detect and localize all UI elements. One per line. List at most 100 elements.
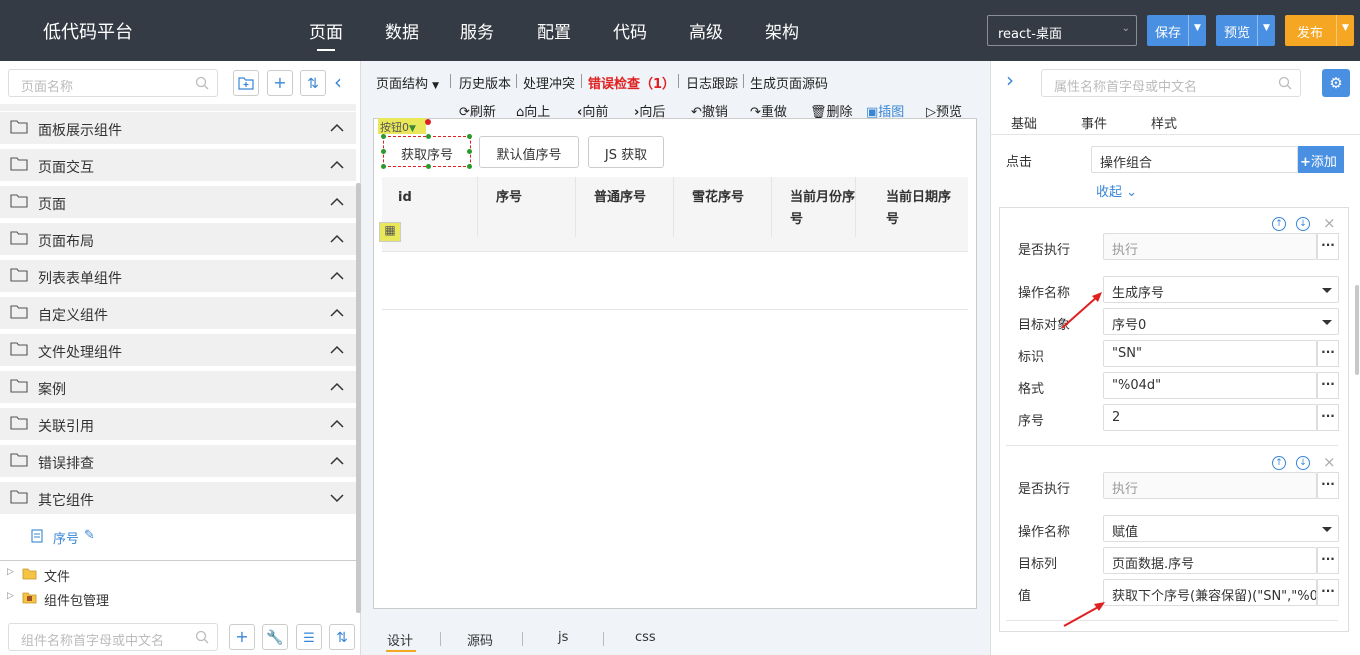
publish-button[interactable]: 发布 ▼	[1285, 15, 1354, 46]
chevron-down-icon[interactable]	[330, 491, 344, 505]
sort-button[interactable]: ⇅	[300, 70, 326, 96]
resize-handle[interactable]	[467, 134, 472, 139]
resize-handle[interactable]	[381, 164, 386, 169]
tree-item-package-manager[interactable]: 组件包管理	[44, 590, 109, 609]
more-options-button[interactable]: ···	[1317, 233, 1339, 260]
move-down-icon[interactable]: ↓	[1296, 456, 1310, 470]
component-search-input[interactable]: 组件名称首字母或中文名	[8, 623, 218, 651]
tab-style[interactable]: 样式	[1151, 113, 1177, 132]
action-field-input[interactable]: 获取下个序号(兼容保留)("SN","%04d")	[1103, 579, 1317, 606]
tab-source[interactable]: 源码	[467, 630, 493, 649]
edit-pencil-icon[interactable]: ✎	[84, 528, 95, 543]
more-options-button[interactable]: ···	[1317, 547, 1339, 574]
component-group[interactable]: 页面交互	[0, 149, 356, 182]
move-up-icon[interactable]: ↑	[1272, 456, 1286, 470]
preview-button[interactable]: 预览 ▼	[1216, 15, 1275, 46]
tab-basic[interactable]: 基础	[1011, 113, 1037, 132]
chevron-up-icon[interactable]	[330, 306, 344, 320]
nav-service[interactable]: 服务	[460, 18, 494, 43]
new-folder-button[interactable]	[233, 70, 259, 96]
sort-components-button[interactable]: ⇅	[329, 624, 355, 650]
save-button[interactable]: 保存 ▼	[1147, 15, 1206, 46]
chevron-up-icon[interactable]	[330, 195, 344, 209]
page-structure-menu[interactable]: 页面结构 ▼	[376, 73, 439, 92]
component-group[interactable]: 列表表单组件	[0, 260, 356, 293]
action-select[interactable]: 序号0	[1103, 308, 1339, 335]
more-options-button[interactable]: ···	[1317, 340, 1339, 367]
nav-data[interactable]: 数据	[385, 18, 419, 43]
resize-handle[interactable]	[426, 134, 431, 139]
drag-handle[interactable]	[425, 119, 431, 125]
add-component-button[interactable]: +	[229, 624, 255, 650]
chevron-up-icon[interactable]	[330, 454, 344, 468]
error-check-link[interactable]: 错误检查（1）	[588, 73, 675, 92]
resize-handle[interactable]	[467, 149, 472, 154]
add-page-button[interactable]: +	[267, 70, 293, 96]
preview-dropdown-toggle[interactable]: ▼	[1257, 15, 1275, 46]
close-icon[interactable]: ×	[1323, 214, 1336, 232]
component-group[interactable]: 关联引用	[0, 408, 356, 441]
selected-component-badge[interactable]: 按钮0▼	[378, 118, 426, 134]
history-version-link[interactable]: 历史版本	[459, 73, 511, 92]
action-field-input[interactable]: "SN"	[1103, 340, 1317, 367]
publish-dropdown-toggle[interactable]: ▼	[1336, 15, 1354, 46]
component-group[interactable]: 错误排查	[0, 445, 356, 478]
action-field-input[interactable]: "%04d"	[1103, 372, 1317, 399]
more-options-button[interactable]: ···	[1317, 372, 1339, 399]
save-dropdown-toggle[interactable]: ▼	[1188, 15, 1206, 46]
tab-design[interactable]: 设计	[387, 630, 413, 649]
resize-handle[interactable]	[467, 164, 472, 169]
more-options-button[interactable]: ···	[1317, 404, 1339, 431]
action-field-input[interactable]: 执行	[1103, 233, 1317, 260]
generate-source-link[interactable]: 生成页面源码	[750, 73, 828, 92]
component-group[interactable]: 案例	[0, 371, 356, 404]
collapse-toggle[interactable]: 收起 ⌄	[1096, 181, 1137, 200]
chevron-up-icon[interactable]	[330, 269, 344, 283]
tab-js[interactable]: js	[558, 630, 568, 645]
nav-config[interactable]: 配置	[537, 18, 571, 43]
collapse-left-icon[interactable]: ‹	[334, 70, 350, 96]
resize-handle[interactable]	[381, 149, 386, 154]
component-group[interactable]: 其它组件	[0, 482, 356, 515]
component-group[interactable]: 页面	[0, 186, 356, 219]
action-field-input[interactable]: 执行	[1103, 472, 1317, 499]
nav-code[interactable]: 代码	[613, 18, 647, 43]
chevron-up-icon[interactable]	[330, 232, 344, 246]
chevron-up-icon[interactable]	[330, 158, 344, 172]
resolve-conflict-link[interactable]: 处理冲突	[523, 73, 575, 92]
sub-item-serial[interactable]: 序号	[53, 528, 79, 547]
more-options-button[interactable]: ···	[1317, 472, 1339, 499]
chevron-up-icon[interactable]	[330, 417, 344, 431]
resize-handle[interactable]	[381, 134, 386, 139]
action-field-input[interactable]: 2	[1103, 404, 1317, 431]
list-order-button[interactable]: ☰	[296, 624, 322, 650]
move-up-icon[interactable]: ↑	[1272, 217, 1286, 231]
click-action-field[interactable]: 操作组合	[1091, 146, 1298, 173]
page-search-input[interactable]: 页面名称	[8, 69, 218, 97]
table-component-icon[interactable]: ▦	[379, 222, 401, 242]
environment-select[interactable]: react-桌面 ⌄	[987, 15, 1137, 46]
property-search-input[interactable]: 属性名称首字母或中文名	[1041, 69, 1301, 97]
tree-item-files[interactable]: 文件	[44, 566, 70, 585]
settings-wrench-button[interactable]: 🔧	[262, 624, 288, 650]
chevron-up-icon[interactable]	[330, 343, 344, 357]
nav-page[interactable]: 页面	[309, 18, 343, 51]
action-select[interactable]: 赋值	[1103, 515, 1339, 542]
get-serial-button[interactable]: 获取序号	[383, 136, 471, 167]
tab-events[interactable]: 事件	[1081, 113, 1107, 132]
action-field-input[interactable]: 页面数据.序号	[1103, 547, 1317, 574]
nav-advanced[interactable]: 高级	[689, 18, 723, 43]
default-serial-button[interactable]: 默认值序号	[479, 136, 579, 168]
component-group[interactable]: 文件处理组件	[0, 334, 356, 367]
chevron-up-icon[interactable]	[330, 121, 344, 135]
move-down-icon[interactable]: ↓	[1296, 217, 1310, 231]
add-action-button[interactable]: +添加	[1298, 146, 1344, 173]
tree-expand-icon[interactable]: ▷	[7, 591, 14, 601]
tab-css[interactable]: css	[635, 630, 656, 645]
tree-expand-icon[interactable]: ▷	[7, 567, 14, 577]
action-select[interactable]: 生成序号	[1103, 276, 1339, 303]
chevron-up-icon[interactable]	[330, 380, 344, 394]
nav-architecture[interactable]: 架构	[765, 18, 799, 43]
component-group[interactable]: 面板展示组件	[0, 112, 356, 145]
right-scrollbar[interactable]	[1355, 285, 1359, 375]
